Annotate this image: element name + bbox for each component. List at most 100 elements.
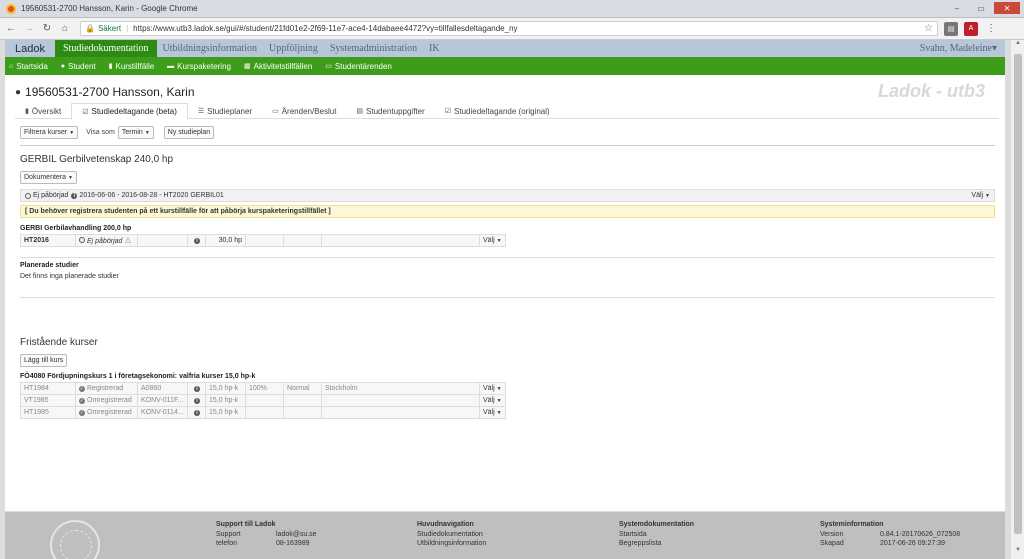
reload-button[interactable]: ↻	[40, 22, 54, 36]
divider	[20, 145, 995, 146]
document-dropdown[interactable]: Dokumentera ▼	[20, 171, 77, 184]
tab-studentuppgifter[interactable]: ▤ Studentuppgifter	[346, 103, 434, 119]
folder-icon: ▬	[167, 62, 175, 70]
thesis-title: GERBI Gerbilavhandling 200,0 hp	[20, 225, 132, 232]
form-cell	[283, 234, 322, 247]
free-course-title: FÖ4080 Fördjupningskurs 1 i företagsekon…	[20, 373, 256, 380]
nav-uppfoljning[interactable]: Uppföljning	[263, 40, 324, 57]
footer-link[interactable]: Utbildningsinformation	[417, 540, 486, 547]
program-status: Ej påbörjad	[33, 192, 69, 199]
credits-cell: 30,0 hp	[205, 234, 246, 247]
show-as-label: Visa som	[86, 129, 115, 136]
nav-studiedokumentation[interactable]: Studiedokumentation	[54, 40, 157, 57]
form-cell: Normal	[283, 382, 322, 395]
document-dropdown-wrap: Dokumentera ▼	[20, 171, 77, 184]
caret-down-icon: ▼	[496, 410, 502, 416]
info-icon[interactable]: i	[71, 192, 78, 199]
code-cell: A0860	[137, 382, 188, 395]
checkbox-icon: ☑	[444, 108, 452, 115]
info-icon[interactable]: i	[194, 386, 200, 392]
extension-icon[interactable]: ▤	[944, 21, 958, 36]
thesis-table: HT2016 Ej påbörjad ⚠ i 30,0 hp Välj ▼	[20, 234, 506, 247]
inbox-icon: ▭	[272, 108, 279, 115]
browser-menu-icon[interactable]: ⋮	[984, 22, 998, 36]
nav-ik[interactable]: IK	[423, 40, 446, 57]
scroll-down-arrow-icon[interactable]: ▼	[1011, 547, 1024, 559]
info-cell: i	[187, 382, 206, 395]
planned-studies-empty: Det finns inga planerade studier	[20, 273, 119, 280]
tab-oversikt[interactable]: ▮ Översikt	[15, 103, 71, 119]
maximize-button[interactable]: ▭	[970, 2, 992, 14]
not-started-icon	[79, 237, 85, 243]
lock-icon: 🔒	[85, 24, 95, 33]
checkbox-icon: ☑	[82, 108, 89, 116]
show-as-dropdown[interactable]: Termin ▼	[117, 126, 154, 139]
registration-warning: [ Du behöver registrera studenten på ett…	[20, 205, 995, 218]
info-icon[interactable]: i	[194, 238, 200, 244]
program-choose-dropdown[interactable]: Välj ▼	[971, 192, 990, 199]
credits-cell: 15,0 hp-k	[205, 394, 246, 407]
course-choose-dropdown[interactable]: Välj ▼	[479, 406, 506, 419]
check-circle-icon: ✓	[79, 410, 85, 416]
add-course-button[interactable]: Lägg till kurs	[20, 354, 68, 367]
scroll-up-arrow-icon[interactable]: ▲	[1011, 40, 1024, 52]
scrollbar-thumb[interactable]	[1014, 54, 1022, 534]
info-cell: i	[187, 406, 206, 419]
course-choose-dropdown[interactable]: Välj ▼	[479, 394, 506, 407]
status-cell: ✓ Registrerad	[75, 382, 138, 395]
list-icon: ☰	[197, 108, 205, 115]
tab-studieplaner[interactable]: ☰ Studieplaner	[188, 103, 262, 119]
address-bar[interactable]: 🔒 Säkert | https://www.utb3.ladok.se/gui…	[80, 21, 938, 36]
subnav-kurspaketering[interactable]: ▬ Kurspaketering	[167, 62, 231, 71]
user-menu[interactable]: Svahn, Madeleine▾	[920, 43, 997, 54]
footer-link[interactable]: Startsida	[619, 531, 694, 538]
student-heading: ● 19560531-2700 Hansson, Karin	[15, 85, 195, 99]
forward-button[interactable]: →	[22, 22, 36, 36]
bookmark-star-icon[interactable]: ☆	[924, 23, 933, 34]
info-cell: i	[187, 234, 206, 247]
home-button[interactable]: ⌂	[58, 22, 72, 36]
minimize-button[interactable]: –	[946, 2, 968, 14]
subnav-student[interactable]: ● Student	[61, 62, 96, 71]
url-text[interactable]: https://www.utb3.ladok.se/gui/#/student/…	[133, 24, 517, 33]
caret-down-icon: ▼	[496, 398, 502, 404]
subnav-startsida[interactable]: ⌂ Startsida	[9, 62, 48, 71]
filter-courses-dropdown[interactable]: Filtrera kurser ▼	[20, 126, 79, 139]
caret-down-icon: ▼	[985, 193, 990, 199]
info-icon[interactable]: i	[194, 410, 200, 416]
support-phone: 08-163989	[276, 540, 310, 547]
pace-cell	[245, 394, 284, 407]
page-scrollbar[interactable]: ▲ ▼	[1010, 40, 1024, 559]
thesis-choose-dropdown[interactable]: Välj ▼	[479, 234, 506, 247]
nav-systemadministration[interactable]: Systemadministration	[324, 40, 423, 57]
user-icon: ●	[60, 62, 66, 70]
divider	[20, 257, 995, 258]
planned-studies-title: Planerade studier	[20, 262, 79, 269]
footer-support: Support till Ladok Support ladok@su.se te…	[216, 521, 317, 547]
place-cell	[321, 406, 480, 419]
secure-label: Säkert	[97, 24, 122, 33]
ladok-logo[interactable]: Ladok	[5, 43, 55, 55]
check-circle-icon: ✓	[79, 386, 85, 392]
subnav-studentarenden[interactable]: ▭ Studentärenden	[325, 62, 392, 71]
place-cell	[321, 234, 480, 247]
info-icon[interactable]: i	[194, 398, 200, 404]
footer-link[interactable]: Begreppslista	[619, 540, 694, 547]
course-choose-dropdown[interactable]: Välj ▼	[479, 382, 506, 395]
nav-utbildningsinformation[interactable]: Utbildningsinformation	[157, 40, 263, 57]
not-started-icon	[25, 192, 31, 199]
subnav-kurstillfalle[interactable]: ▮ Kurstillfälle	[109, 62, 155, 71]
close-button[interactable]: ✕	[994, 2, 1020, 14]
tab-arenden-beslut[interactable]: ▭ Ärenden/Beslut	[262, 103, 346, 119]
subnav-aktivitetstillfallen[interactable]: ▦ Aktivitetstillfällen	[244, 62, 312, 71]
new-study-plan-button[interactable]: Ny studieplan	[163, 126, 215, 139]
status-cell: ✓ Omregistrerad	[75, 406, 138, 419]
tab-studiedeltagande-original[interactable]: ☑ Studiedeltagande (original)	[435, 103, 560, 119]
footer-link[interactable]: Studiedokumentation	[417, 531, 486, 538]
pdf-extension-icon[interactable]: A	[964, 21, 978, 36]
support-email-link[interactable]: ladok@su.se	[276, 531, 317, 538]
form-cell	[283, 394, 322, 407]
caret-down-icon: ▼	[496, 238, 502, 244]
tab-studiedeltagande-beta[interactable]: ☑ Studiedeltagande (beta)	[71, 103, 188, 120]
back-button[interactable]: ←	[4, 22, 18, 36]
